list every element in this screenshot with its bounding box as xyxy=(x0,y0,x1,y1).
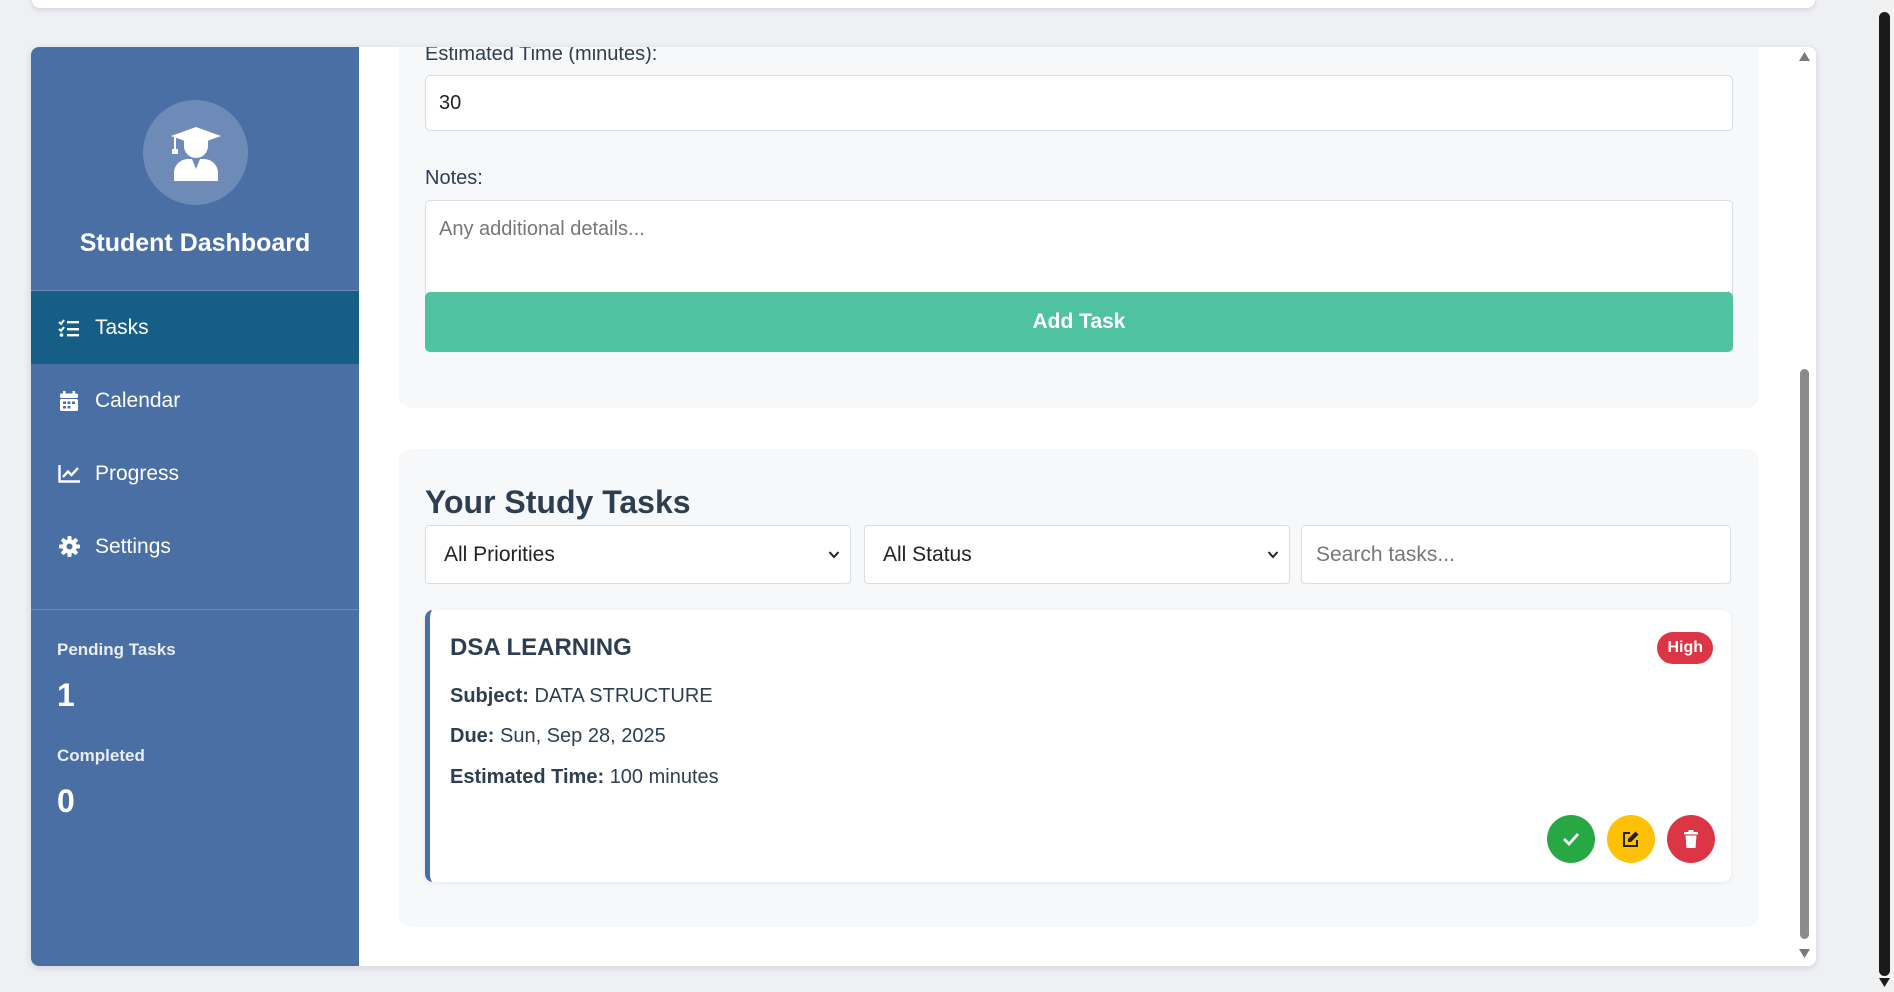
user-graduate-icon xyxy=(170,126,221,181)
subject-label: Subject: xyxy=(450,685,529,707)
notes-label: Notes: xyxy=(425,167,483,189)
tasks-list-icon xyxy=(58,317,80,339)
sidebar-item-label: Tasks xyxy=(95,315,149,339)
due-value: Sun, Sep 28, 2025 xyxy=(500,725,666,747)
edit-task-button[interactable] xyxy=(1607,815,1655,863)
complete-task-button[interactable] xyxy=(1547,815,1595,863)
app-container: Student Dashboard Tasks Calendar Progres… xyxy=(31,47,1816,966)
check-icon xyxy=(1563,833,1580,846)
chevron-down-icon xyxy=(1267,551,1279,559)
due-label: Due: xyxy=(450,725,495,747)
chart-line-icon xyxy=(58,463,80,485)
notes-placeholder: Any additional details... xyxy=(439,218,645,240)
window-scrollbar-thumb[interactable] xyxy=(1879,12,1890,976)
add-task-form: Estimated Time (minutes): 30 Notes: Any … xyxy=(399,47,1759,408)
task-subject: Subject: DATA STRUCTURE xyxy=(450,685,713,708)
scroll-down-arrow-icon[interactable] xyxy=(1799,949,1810,958)
page: Student Dashboard Tasks Calendar Progres… xyxy=(0,0,1894,992)
sidebar-item-progress[interactable]: Progress xyxy=(31,437,359,510)
estimated-time-input[interactable]: 30 xyxy=(425,75,1733,131)
section-title: Your Study Tasks xyxy=(425,484,691,520)
task-card: DSA LEARNING High Subject: DATA STRUCTUR… xyxy=(425,610,1731,882)
task-estimated-time: Estimated Time: 100 minutes xyxy=(450,766,719,789)
priority-badge: High xyxy=(1657,632,1713,664)
gear-icon xyxy=(58,536,80,558)
calendar-icon xyxy=(58,390,80,412)
notes-textarea[interactable]: Any additional details... xyxy=(425,200,1733,304)
sidebar: Student Dashboard Tasks Calendar Progres… xyxy=(31,47,359,966)
scroll-down-arrow-icon[interactable] xyxy=(1879,978,1890,987)
window-scrollbar[interactable] xyxy=(1875,0,1894,992)
priority-filter-select[interactable]: All Priorities xyxy=(425,525,851,584)
sidebar-divider xyxy=(31,609,359,610)
time-label: Estimated Time: xyxy=(450,766,605,788)
estimated-time-label: Estimated Time (minutes): xyxy=(425,47,658,65)
sidebar-item-settings[interactable]: Settings xyxy=(31,510,359,583)
sidebar-item-calendar[interactable]: Calendar xyxy=(31,364,359,437)
delete-task-button[interactable] xyxy=(1667,815,1715,863)
sidebar-nav: Tasks Calendar Progress Settings xyxy=(31,291,359,583)
task-title: DSA LEARNING xyxy=(450,634,632,661)
main-content: Estimated Time (minutes): 30 Notes: Any … xyxy=(359,47,1816,966)
avatar xyxy=(143,100,248,205)
study-tasks-section: Your Study Tasks All Priorities All Stat… xyxy=(399,449,1759,927)
dashboard-title: Student Dashboard xyxy=(79,229,311,257)
scroll-up-arrow-icon[interactable] xyxy=(1799,52,1810,61)
status-filter-value: All Status xyxy=(883,542,972,566)
search-tasks-input[interactable]: Search tasks... xyxy=(1301,525,1731,584)
search-placeholder: Search tasks... xyxy=(1316,542,1455,566)
task-due: Due: Sun, Sep 28, 2025 xyxy=(450,725,666,748)
status-filter-select[interactable]: All Status xyxy=(864,525,1290,584)
sidebar-item-label: Calendar xyxy=(95,388,181,412)
time-value: 100 minutes xyxy=(609,766,719,788)
edit-icon xyxy=(1623,831,1639,847)
pending-tasks-count: 1 xyxy=(57,677,75,713)
trash-icon xyxy=(1684,830,1698,848)
content-scrollbar-thumb[interactable] xyxy=(1800,369,1809,939)
sidebar-item-label: Progress xyxy=(95,461,180,485)
content-scrollbar[interactable] xyxy=(1796,47,1812,966)
subject-value: DATA STRUCTURE xyxy=(534,685,713,707)
completed-count: 0 xyxy=(57,783,75,819)
top-card-edge xyxy=(32,0,1815,8)
sidebar-item-tasks[interactable]: Tasks xyxy=(31,291,359,364)
pending-tasks-label: Pending Tasks xyxy=(57,640,176,659)
completed-label: Completed xyxy=(57,746,145,765)
chevron-down-icon xyxy=(828,551,840,559)
priority-filter-value: All Priorities xyxy=(444,542,555,566)
add-task-button[interactable]: Add Task xyxy=(425,292,1733,352)
estimated-time-value: 30 xyxy=(439,91,462,114)
sidebar-item-label: Settings xyxy=(95,534,171,558)
